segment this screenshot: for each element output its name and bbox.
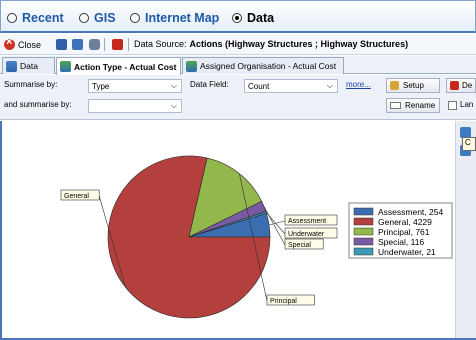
landscape-checkbox[interactable]	[448, 101, 457, 110]
radio-label: Data	[247, 11, 275, 25]
radio-recent[interactable]: Recent	[7, 11, 64, 25]
tab-label: Action Type - Actual Cost	[74, 61, 177, 72]
radio-button[interactable]	[79, 13, 89, 23]
tooltip: C	[462, 137, 476, 151]
chart-panel: Assessment General Principal Special Underwa…	[0, 121, 456, 340]
side-toolstrip	[456, 121, 476, 340]
chart-icon	[60, 61, 71, 72]
print-icon[interactable]	[89, 39, 100, 50]
tab-strip: Data Action Type - Actual Cost Assigned …	[0, 56, 476, 75]
radio-internet-map[interactable]: Internet Map	[130, 11, 219, 25]
legend-entry-assessment: Assessment, 254	[378, 207, 443, 217]
legend-entry-special: Special, 116	[378, 237, 424, 247]
close-button[interactable]: Close	[4, 36, 42, 50]
data-field-select[interactable]: Count ⌵	[244, 79, 338, 93]
close-icon	[4, 36, 15, 50]
radio-button[interactable]	[130, 13, 140, 23]
summarise-by-label: Summarise by:	[4, 80, 58, 89]
tab-action-type-actual-cost[interactable]: Action Type - Actual Cost	[56, 57, 181, 75]
data-source-info: Data Source: Actions (Highway Structures…	[134, 39, 408, 49]
callout-label-general: General	[64, 193, 89, 200]
radio-gis[interactable]: GIS	[79, 11, 116, 25]
tab-label: Assigned Organisation - Actual Cost	[200, 61, 337, 71]
and-summarise-by-label: and summarise by:	[4, 100, 72, 109]
rename-button[interactable]: Rename	[386, 98, 440, 113]
close-label: Close	[18, 39, 42, 50]
toolbar: Close Data Source: Actions (Highway Stru…	[0, 35, 476, 55]
summarise-by-select[interactable]: Type ⌵	[88, 79, 182, 93]
data-field-value: Count	[248, 82, 270, 91]
delete-chart-button[interactable]: De	[446, 78, 476, 93]
view-switcher-bar: Recent GIS Internet Map Data	[0, 0, 476, 33]
chart-options-panel: Summarise by: Type ⌵ Data Field: Count ⌵…	[0, 75, 476, 120]
legend-swatch	[353, 237, 374, 246]
rename-label: Rename	[405, 101, 436, 110]
legend-entry-general: General, 4229	[378, 217, 432, 227]
toolbar-separator	[128, 38, 129, 51]
legend-entry-principal: Principal, 761	[378, 227, 430, 237]
delete-icon	[450, 81, 459, 90]
radio-label: GIS	[94, 11, 116, 25]
toolbar-separator	[104, 38, 105, 51]
save-as-icon[interactable]	[72, 39, 83, 50]
data-field-label: Data Field:	[190, 80, 229, 89]
legend-swatch	[353, 247, 374, 256]
legend-swatch	[353, 217, 374, 226]
radio-button-selected[interactable]	[232, 13, 242, 23]
delete-label: De	[462, 81, 473, 90]
tab-assigned-organisation-actual-cost[interactable]: Assigned Organisation - Actual Cost	[182, 57, 344, 74]
setup-button[interactable]: Setup	[386, 78, 440, 93]
data-source-label: Data Source:	[134, 39, 187, 49]
callout-label-assessment: Assessment	[288, 218, 326, 225]
callout-label-special: Special	[288, 242, 311, 249]
legend-swatch	[353, 207, 374, 216]
radio-data[interactable]: Data	[232, 11, 274, 25]
radio-label: Internet Map	[145, 11, 220, 25]
and-summarise-by-select[interactable]: ⌵	[88, 99, 182, 113]
delete-icon[interactable]	[112, 39, 123, 50]
data-source-value: Actions (Highway Structures ; Highway St…	[189, 39, 409, 49]
chart-legend: Assessment, 254General, 4229Principal, 7…	[348, 202, 453, 259]
chart-icon	[186, 60, 197, 72]
radio-button[interactable]	[7, 13, 17, 23]
legend-swatch	[353, 227, 374, 236]
tab-data[interactable]: Data	[2, 57, 55, 74]
chevron-down-icon: ⌵	[326, 81, 333, 90]
summarise-by-value: Type	[92, 82, 110, 91]
tab-label: Data	[20, 61, 38, 71]
callout-line	[269, 220, 286, 226]
setup-icon	[390, 81, 399, 90]
more-link[interactable]: more...	[346, 80, 371, 89]
save-icon[interactable]	[56, 39, 67, 50]
setup-label: Setup	[403, 81, 424, 90]
radio-label: Recent	[22, 11, 64, 25]
chevron-down-icon: ⌵	[170, 81, 177, 90]
chevron-down-icon: ⌵	[170, 101, 177, 110]
legend-entry-underwater: Underwater, 21	[378, 247, 436, 257]
pie-slices	[107, 155, 271, 319]
callout-label-principal: Principal	[270, 298, 297, 305]
pie-chart: Assessment General Principal Special Underwa…	[60, 155, 453, 319]
landscape-label: Lan	[460, 100, 474, 109]
grid-icon	[6, 60, 17, 72]
rename-icon	[390, 102, 401, 109]
callout-label-underwater: Underwater	[288, 231, 325, 238]
